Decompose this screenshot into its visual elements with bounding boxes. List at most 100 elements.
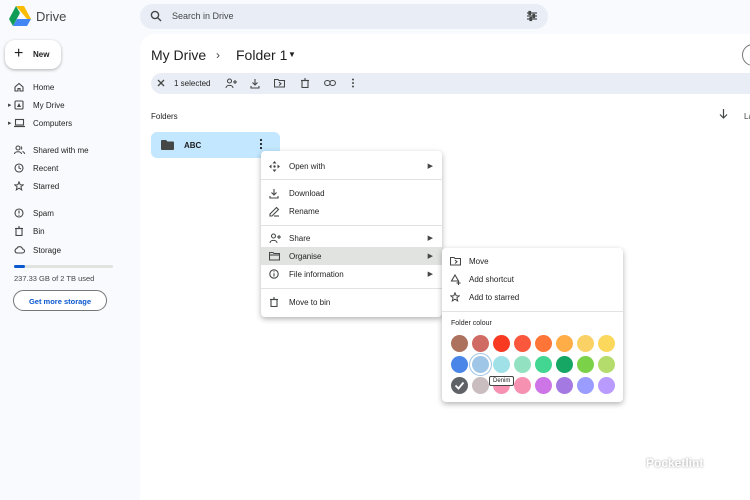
home-icon [14, 82, 24, 92]
sidebar-item-spam[interactable]: Spam [0, 205, 130, 223]
menu-item-move[interactable]: Move [442, 252, 623, 270]
colour-swatch[interactable] [493, 356, 510, 373]
menu-divider [261, 225, 442, 226]
bin-icon [269, 297, 279, 307]
menu-item-move-to-bin[interactable]: Move to bin [261, 293, 442, 311]
menu-item-add-to-starred[interactable]: Add to starred [442, 288, 623, 306]
storage-text: 237.33 GB of 2 TB used [14, 274, 95, 283]
expand-caret-icon[interactable]: ▸ [8, 101, 12, 109]
rename-icon [269, 206, 280, 217]
colour-swatch[interactable] [514, 356, 531, 373]
sidebar-item-storage[interactable]: Storage [0, 242, 130, 260]
download-icon[interactable] [250, 78, 260, 89]
colour-swatch[interactable] [577, 335, 594, 352]
sidebar-item-label: Recent [33, 164, 59, 173]
link-icon[interactable] [324, 78, 336, 88]
colour-swatch[interactable] [472, 377, 489, 394]
search-box[interactable]: Search in Drive [140, 4, 548, 29]
breadcrumb-current[interactable]: Folder 1 [236, 47, 287, 63]
expand-caret-icon[interactable]: ▸ [8, 119, 12, 127]
organise-icon [269, 251, 280, 261]
menu-item-label: Organise [289, 252, 322, 261]
menu-item-add-shortcut[interactable]: Add shortcut [442, 270, 623, 288]
add-shortcut-icon [450, 274, 461, 285]
colour-tooltip: Denim [489, 376, 515, 386]
storage-bar [14, 265, 113, 268]
folder-icon [161, 140, 174, 150]
colour-swatch[interactable] [472, 335, 489, 352]
sidebar-item-bin[interactable]: Bin [0, 223, 130, 241]
folder-dropdown-icon[interactable]: ▼ [288, 50, 296, 59]
sidebar-item-label: Shared with me [33, 146, 89, 155]
folder-name: ABC [184, 141, 202, 150]
sidebar-item-label: My Drive [33, 101, 65, 110]
shared-icon [14, 145, 25, 155]
sidebar-item-recent[interactable]: Recent [0, 160, 130, 178]
add-person-icon[interactable] [225, 78, 237, 89]
move-to-folder-icon[interactable] [274, 78, 285, 88]
sort-direction-icon[interactable] [719, 108, 728, 119]
colour-swatch[interactable] [535, 335, 552, 352]
menu-item-open-with[interactable]: Open with ▶ [261, 157, 442, 175]
colour-swatch[interactable] [451, 335, 468, 352]
menu-item-file-information[interactable]: File information ▶ [261, 265, 442, 283]
selection-toolbar: 1 selected [151, 73, 750, 94]
menu-item-label: Add shortcut [469, 275, 514, 284]
sidebar-item-label: Spam [33, 209, 54, 218]
menu-item-rename[interactable]: Rename [261, 202, 442, 220]
check-icon [454, 381, 465, 390]
menu-item-label: Move [469, 257, 489, 266]
colour-swatch[interactable] [451, 377, 468, 394]
star-icon [450, 292, 460, 302]
sort-label[interactable]: La [744, 112, 750, 121]
menu-item-organise[interactable]: Organise ▶ [261, 247, 442, 265]
colour-swatch[interactable] [556, 335, 573, 352]
sidebar-item-starred[interactable]: Starred [0, 178, 130, 196]
more-options-icon[interactable] [351, 78, 355, 88]
get-more-storage-label: Get more storage [28, 297, 92, 306]
breadcrumb-root[interactable]: My Drive [151, 47, 206, 63]
colour-swatch[interactable] [472, 356, 489, 373]
drive-logo[interactable] [9, 6, 31, 26]
new-button[interactable]: + New [5, 40, 61, 69]
move-icon [450, 256, 461, 266]
colour-swatch[interactable] [535, 356, 552, 373]
folders-section-title: Folders [151, 112, 178, 121]
bin-icon [14, 226, 24, 236]
close-icon[interactable] [156, 78, 166, 88]
search-icon[interactable] [150, 10, 162, 22]
colour-swatch[interactable] [535, 377, 552, 394]
open-with-icon [269, 161, 280, 172]
filter-icon[interactable] [526, 10, 538, 22]
my-drive-icon [14, 100, 24, 110]
menu-item-label: File information [289, 270, 344, 279]
sidebar-item-shared[interactable]: Shared with me [0, 142, 130, 160]
folder-colour-title: Folder colour [451, 320, 492, 327]
colour-swatch[interactable] [514, 377, 531, 394]
get-more-storage-button[interactable]: Get more storage [13, 290, 107, 311]
bin-icon[interactable] [300, 78, 310, 88]
sidebar-item-my-drive[interactable]: ▸ My Drive [0, 97, 130, 115]
colour-swatch[interactable] [493, 335, 510, 352]
colour-swatch[interactable] [556, 377, 573, 394]
colour-swatch[interactable] [598, 356, 615, 373]
colour-swatch[interactable] [577, 377, 594, 394]
menu-divider [261, 288, 442, 289]
colour-swatch[interactable] [514, 335, 531, 352]
colour-swatch[interactable] [556, 356, 573, 373]
app-title: Drive [36, 9, 67, 24]
context-menu: Open with ▶ Download Rename Share ▶ Orga… [261, 151, 442, 317]
sidebar-item-computers[interactable]: ▸ Computers [0, 115, 130, 133]
menu-item-download[interactable]: Download [261, 184, 442, 202]
sidebar-item-label: Computers [33, 119, 73, 128]
new-button-label: New [33, 50, 50, 59]
more-options-icon[interactable] [259, 138, 263, 150]
sidebar-item-home[interactable]: Home [0, 79, 130, 97]
colour-swatch[interactable] [577, 356, 594, 373]
menu-item-share[interactable]: Share ▶ [261, 229, 442, 247]
menu-item-label: Add to starred [469, 293, 520, 302]
colour-swatch[interactable] [451, 356, 468, 373]
colour-swatch[interactable] [598, 377, 615, 394]
search-input[interactable]: Search in Drive [172, 11, 234, 21]
colour-swatch[interactable] [598, 335, 615, 352]
